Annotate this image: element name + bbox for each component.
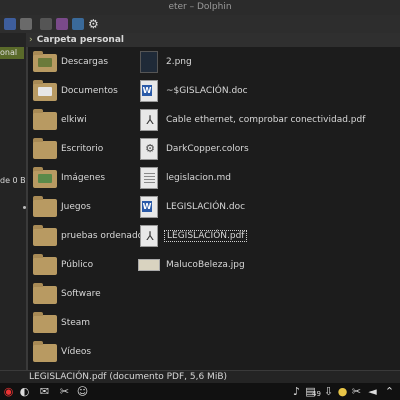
pdf-file-icon: ⅄: [140, 225, 158, 247]
status-text: LEGISLACIÓN.pdf (documento PDF, 5,6 MiB): [29, 372, 227, 382]
folder-label: Juegos: [61, 202, 91, 212]
terminal-button[interactable]: [72, 18, 84, 30]
file-label: MalucoBeleza.jpg: [166, 260, 245, 270]
image-file-icon: [140, 51, 158, 73]
word-document-icon: W: [140, 196, 158, 218]
download-icon[interactable]: ⇩: [322, 385, 335, 398]
file-item[interactable]: ⅄ Cable ethernet, comprobar conectividad…: [138, 107, 365, 133]
folder-icon: [33, 312, 57, 333]
places-panel: [0, 33, 26, 370]
view-details-button[interactable]: [20, 18, 32, 30]
split-view-button[interactable]: [40, 18, 52, 30]
free-space-text: de 0 B: [0, 176, 26, 185]
folder-item[interactable]: Vídeos: [33, 339, 91, 365]
file-item[interactable]: W LEGISLACIÓN.doc: [138, 194, 245, 220]
folder-label: Escritorio: [61, 144, 104, 154]
folder-label: Descargas: [61, 57, 109, 67]
window-title: eter – Dolphin: [0, 0, 400, 15]
tools-icon[interactable]: ✂: [58, 385, 71, 398]
folder-item[interactable]: pruebas ordenador: [33, 223, 147, 249]
places-selected-item[interactable]: onal: [0, 47, 24, 59]
view-icons-button[interactable]: [4, 18, 16, 30]
folder-item[interactable]: Imágenes: [33, 165, 105, 191]
folder-label: Steam: [61, 318, 91, 328]
folder-item[interactable]: Documentos: [33, 78, 118, 104]
file-label: 2.png: [166, 57, 192, 67]
folder-item[interactable]: Juegos: [33, 194, 91, 220]
volume-icon[interactable]: ◄: [366, 385, 379, 398]
pdf-file-icon: ⅄: [140, 109, 158, 131]
folder-item[interactable]: elkiwi: [33, 107, 87, 133]
toolbar: ⚙: [0, 15, 400, 33]
folder-label: Vídeos: [61, 347, 92, 357]
folder-icon: [33, 254, 57, 275]
folder-label: Software: [61, 289, 101, 299]
file-view: Descargas Documentos elkiwi Escritorio I…: [28, 47, 400, 370]
file-label: ~$GISLACIÓN.doc: [166, 86, 248, 96]
lightbulb-icon[interactable]: ●: [336, 385, 349, 398]
folder-label: Público: [61, 260, 94, 270]
status-bar: LEGISLACIÓN.pdf (documento PDF, 5,6 MiB): [0, 370, 400, 383]
folder-icon: [33, 283, 57, 304]
taskbar: ◉ ◐ ✉ ✂ ☺ ♪ ▤ 49 ⇩ ● ✂ ◄ ⌃: [0, 383, 400, 400]
folder-label: Imágenes: [61, 173, 106, 183]
gear-icon[interactable]: ⚙: [88, 18, 100, 30]
app-menu-icon[interactable]: ◉: [2, 385, 15, 398]
file-label: LEGISLACIÓN.pdf: [164, 230, 248, 242]
chat-icon[interactable]: ☺: [76, 385, 89, 398]
colors-file-icon: ⚙: [140, 138, 158, 160]
file-item-selected[interactable]: ⅄ LEGISLACIÓN.pdf: [138, 223, 248, 249]
folder-icon: [33, 109, 57, 130]
folder-label: elkiwi: [61, 115, 87, 125]
file-item[interactable]: MalucoBeleza.jpg: [138, 252, 245, 278]
file-item[interactable]: 2.png: [138, 49, 192, 75]
file-item[interactable]: W ~$GISLACIÓN.doc: [138, 78, 248, 104]
word-document-icon: W: [140, 80, 158, 102]
folder-icon: [33, 80, 57, 101]
folder-item[interactable]: Steam: [33, 310, 90, 336]
chevron-right-icon: ›: [29, 35, 33, 45]
breadcrumb-label: Carpeta personal: [36, 35, 124, 45]
file-label: legislacion.md: [166, 173, 231, 183]
folder-label: pruebas ordenador: [61, 231, 147, 241]
image-file-icon: [138, 259, 160, 271]
preview-button[interactable]: [56, 18, 68, 30]
file-label: LEGISLACIÓN.doc: [166, 202, 246, 212]
folder-item[interactable]: Software: [33, 281, 101, 307]
text-file-icon: [140, 167, 158, 189]
notification-count: 49: [312, 390, 321, 398]
media-player-icon[interactable]: ◐: [18, 385, 31, 398]
file-item[interactable]: legislacion.md: [138, 165, 231, 191]
file-label: DarkCopper.colors: [166, 144, 249, 154]
scissors-icon[interactable]: ✂: [350, 385, 363, 398]
folder-icon: [33, 138, 57, 159]
mail-icon[interactable]: ✉: [38, 385, 51, 398]
folder-item[interactable]: Escritorio: [33, 136, 103, 162]
folder-icon: [33, 167, 57, 188]
folder-label: Documentos: [61, 86, 118, 96]
music-note-icon[interactable]: ♪: [290, 385, 303, 398]
file-item[interactable]: ⚙ DarkCopper.colors: [138, 136, 249, 162]
folder-icon: [33, 225, 57, 246]
folder-icon: [33, 341, 57, 362]
folder-icon: [33, 196, 57, 217]
chevron-up-icon[interactable]: ⌃: [383, 385, 396, 398]
folder-item[interactable]: Descargas: [33, 49, 108, 75]
folder-icon: [33, 51, 57, 72]
breadcrumb[interactable]: › Carpeta personal: [26, 33, 400, 47]
file-label: Cable ethernet, comprobar conectividad.p…: [166, 115, 366, 125]
folder-item[interactable]: Público: [33, 252, 93, 278]
